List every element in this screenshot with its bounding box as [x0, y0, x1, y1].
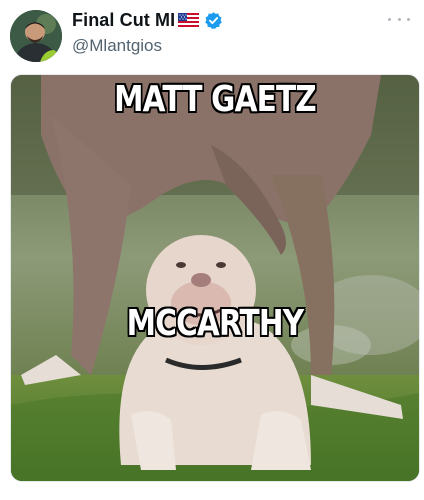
meme-caption-top: MATT GAETZ: [114, 79, 317, 120]
author-name-row[interactable]: Final Cut MI: [72, 8, 223, 32]
more-options-icon[interactable]: [388, 14, 410, 24]
author-handle[interactable]: @Mlantgios: [72, 36, 162, 56]
us-flag-icon: [178, 13, 200, 27]
meme-caption-bottom: MCCARTHY: [126, 303, 304, 344]
meme-photo: [11, 75, 419, 481]
dot: [407, 17, 410, 21]
dot: [397, 17, 401, 21]
author-display-name[interactable]: Final Cut MI: [72, 10, 175, 31]
post-media-image[interactable]: MATT GAETZ MCCARTHY: [10, 74, 420, 482]
verified-check-icon: [204, 11, 223, 30]
avatar-image: [10, 10, 62, 62]
avatar[interactable]: [10, 10, 62, 62]
tweet: Final Cut MI @Mlantgios MATT GAETZ MCCAR…: [0, 0, 424, 500]
dot: [388, 17, 391, 21]
